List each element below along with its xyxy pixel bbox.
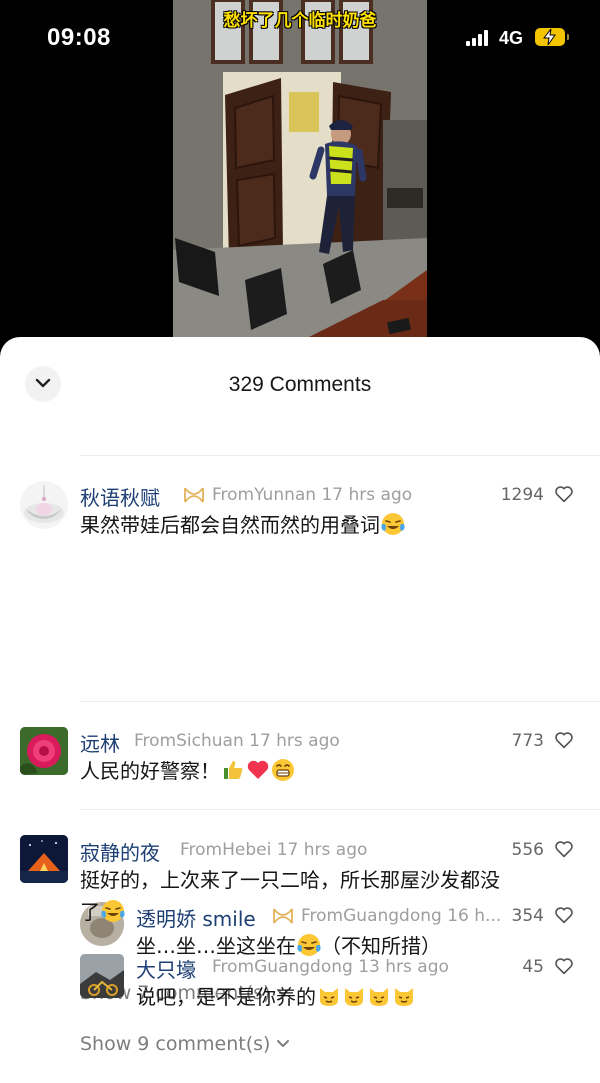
show-more-label: Show 9 comment(s): [80, 1033, 271, 1055]
cat-emoji: [370, 988, 388, 1006]
chevron-down-icon: [277, 1040, 290, 1047]
show-more-replies[interactable]: Show 9 comment(s): [80, 1033, 290, 1055]
status-time: 09:08: [47, 24, 111, 51]
divider: [80, 701, 600, 702]
avatar-image: [20, 727, 68, 775]
laughing-crying-emoji: [101, 900, 125, 922]
heart-outline-icon[interactable]: [554, 840, 574, 858]
reply-avatar[interactable]: [80, 954, 124, 998]
comment-meta: FromSichuan 17 hrs ago: [134, 731, 340, 751]
grinning-emoji: [272, 759, 294, 781]
laughing-crying-emoji: [297, 934, 321, 956]
laughing-crying-emoji: [381, 513, 405, 535]
comment-username[interactable]: 寂静的夜: [80, 837, 160, 866]
heart-outline-icon[interactable]: [554, 957, 574, 975]
cat-emoji: [320, 988, 338, 1006]
comment-username[interactable]: 远林: [80, 728, 120, 757]
avatar[interactable]: [20, 835, 68, 883]
vip-badge-icon: [184, 487, 204, 503]
avatar-image: [80, 954, 124, 998]
comment-meta: FromHebei 17 hrs ago: [180, 840, 368, 860]
battery-charging-icon: [535, 28, 569, 46]
comment-text-line: 了: [80, 896, 590, 928]
reply-text-content: 说吧，是不是你养的: [136, 985, 316, 1009]
network-type: 4G: [499, 28, 524, 48]
signal-icon: [466, 30, 492, 46]
reply-text: 说吧，是不是你养的: [136, 981, 416, 1013]
avatar[interactable]: [20, 481, 68, 529]
divider: [80, 809, 600, 810]
avatar-image: [24, 485, 64, 523]
comment-meta: FromYunnan 17 hrs ago: [212, 485, 413, 505]
like-count: 556: [511, 840, 544, 860]
comment-text-content: 果然带娃后都会自然而然的用叠词: [80, 513, 380, 537]
comments-count-title: 329 Comments: [228, 373, 372, 396]
heart-outline-icon[interactable]: [554, 731, 574, 749]
avatar-image: [20, 835, 68, 883]
comment-text-content: 人民的好警察！: [80, 759, 220, 783]
cat-emoji: [345, 988, 363, 1006]
avatar[interactable]: [20, 727, 68, 775]
reply-meta: FromGuangdong 13 hrs ago: [212, 957, 449, 977]
heart-outline-icon[interactable]: [554, 485, 574, 503]
divider: [80, 455, 600, 456]
cat-emoji: [395, 988, 413, 1006]
comment-username[interactable]: 秋语秋赋: [80, 482, 160, 511]
comments-sheet: 329 Comments 秋语秋赋 FromYunnan 17 hrs ago …: [0, 337, 600, 1083]
comment-text-line: 挺好的，上次来了一只二哈，所长那屋沙发都没: [80, 868, 500, 892]
comment-text: 人民的好警察！: [80, 755, 295, 787]
thumbs-up-emoji: [224, 761, 243, 779]
comment-text-content: 了: [80, 900, 100, 924]
red-heart-emoji: [247, 760, 269, 779]
status-bar: 09:08 4G: [0, 0, 600, 80]
reply-like-count: 45: [522, 957, 544, 977]
like-count: 1294: [500, 485, 544, 505]
reply-text-suffix: （不知所措）: [321, 934, 441, 958]
like-count: 773: [511, 731, 544, 751]
comment-text: 挺好的，上次来了一只二哈，所长那屋沙发都没 了: [80, 864, 590, 928]
reply-username[interactable]: 大只壕: [136, 954, 196, 983]
comment-text: 果然带娃后都会自然而然的用叠词: [80, 509, 405, 541]
